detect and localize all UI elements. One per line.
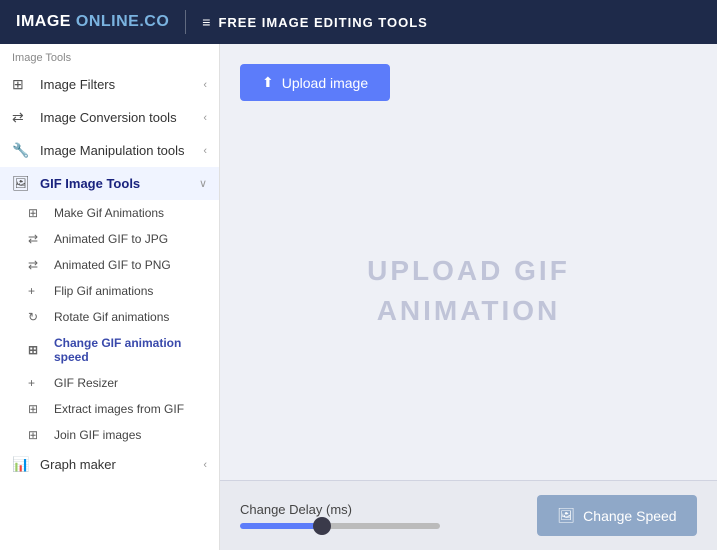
menu-icon[interactable]: ≡	[202, 14, 210, 30]
header-divider	[185, 10, 186, 34]
sidebar-item-label: Image Conversion tools	[40, 110, 203, 125]
sidebar-section-label: Image Tools	[0, 44, 219, 68]
change-speed-button[interactable]: 🖼 Change Speed	[537, 495, 697, 536]
sidebar-sub-flip-gif[interactable]: + Flip Gif animations	[0, 278, 219, 304]
change-speed-icon: ⊞	[28, 343, 46, 357]
sidebar: Image Tools ⊞ Image Filters ‹ ⇄ Image Co…	[0, 44, 220, 550]
sub-item-label: Join GIF images	[54, 428, 141, 442]
sidebar-item-image-conversion[interactable]: ⇄ Image Conversion tools ‹	[0, 101, 219, 134]
chevron-left-icon: ‹	[203, 79, 207, 91]
conversion-icon: ⇄	[12, 109, 32, 126]
delay-control: Change Delay (ms)	[240, 502, 440, 529]
gif-to-png-icon: ⇄	[28, 258, 46, 272]
gif-placeholder: UPLOAD GIF ANIMATION	[240, 121, 697, 460]
gif-placeholder-line1: UPLOAD GIF	[367, 251, 570, 290]
logo-image-text: IMAGE	[16, 13, 71, 30]
sub-item-label: Extract images from GIF	[54, 402, 184, 416]
upload-button-label: Upload image	[282, 75, 368, 91]
chevron-down-icon: ∨	[199, 177, 207, 190]
sidebar-sub-gif-to-png[interactable]: ⇄ Animated GIF to PNG	[0, 252, 219, 278]
manipulation-icon: 🔧	[12, 142, 32, 159]
sidebar-item-label: GIF Image Tools	[40, 176, 199, 191]
sub-item-label: Rotate Gif animations	[54, 310, 169, 324]
header: IMAGE ONLINE.CO ≡ FREE IMAGE EDITING TOO…	[0, 0, 717, 44]
sidebar-sub-extract-images[interactable]: ⊞ Extract images from GIF	[0, 396, 219, 422]
flip-gif-icon: +	[28, 284, 46, 298]
gif-placeholder-text: UPLOAD GIF ANIMATION	[367, 251, 570, 329]
logo-online-text: ONLINE.CO	[76, 13, 169, 30]
sub-item-label: Animated GIF to JPG	[54, 232, 168, 246]
chevron-left-icon: ‹	[203, 459, 207, 471]
main-layout: Image Tools ⊞ Image Filters ‹ ⇄ Image Co…	[0, 44, 717, 550]
sidebar-item-image-manipulation[interactable]: 🔧 Image Manipulation tools ‹	[0, 134, 219, 167]
gif-placeholder-line2: ANIMATION	[367, 291, 570, 330]
bottom-bar: Change Delay (ms) 🖼 Change Speed	[220, 480, 717, 550]
sidebar-sub-gif-to-jpg[interactable]: ⇄ Animated GIF to JPG	[0, 226, 219, 252]
make-gif-icon: ⊞	[28, 206, 46, 220]
sidebar-sub-rotate-gif[interactable]: ↻ Rotate Gif animations	[0, 304, 219, 330]
delay-slider[interactable]	[240, 523, 440, 529]
sub-item-label: Change GIF animation speed	[54, 336, 207, 364]
graph-maker-icon: 📊	[12, 456, 32, 473]
sidebar-item-label: Image Filters	[40, 77, 203, 92]
sub-item-label: GIF Resizer	[54, 376, 118, 390]
change-speed-btn-label: Change Speed	[583, 508, 676, 524]
delay-slider-wrap	[240, 523, 440, 529]
sub-item-label: Animated GIF to PNG	[54, 258, 171, 272]
change-speed-btn-icon: 🖼	[557, 507, 575, 524]
logo[interactable]: IMAGE ONLINE.CO	[16, 13, 169, 31]
sidebar-item-image-filters[interactable]: ⊞ Image Filters ‹	[0, 68, 219, 101]
gif-tools-icon: 🖼	[12, 175, 32, 192]
sidebar-item-label: Graph maker	[40, 457, 203, 472]
sidebar-item-graph-maker[interactable]: 📊 Graph maker ‹	[0, 448, 219, 481]
sidebar-sub-join-gif[interactable]: ⊞ Join GIF images	[0, 422, 219, 448]
chevron-left-icon: ‹	[203, 112, 207, 124]
join-gif-icon: ⊞	[28, 428, 46, 442]
sidebar-sub-make-gif[interactable]: ⊞ Make Gif Animations	[0, 200, 219, 226]
sub-item-label: Make Gif Animations	[54, 206, 164, 220]
content-area: ⬆ Upload image UPLOAD GIF ANIMATION Chan…	[220, 44, 717, 550]
upload-button[interactable]: ⬆ Upload image	[240, 64, 390, 101]
sub-item-label: Flip Gif animations	[54, 284, 153, 298]
extract-images-icon: ⊞	[28, 402, 46, 416]
upload-area: ⬆ Upload image UPLOAD GIF ANIMATION	[220, 44, 717, 480]
sidebar-sub-change-speed[interactable]: ⊞ Change GIF animation speed	[0, 330, 219, 370]
upload-icon: ⬆	[262, 74, 274, 91]
sidebar-item-label: Image Manipulation tools	[40, 143, 203, 158]
image-filters-icon: ⊞	[12, 76, 32, 93]
chevron-left-icon: ‹	[203, 145, 207, 157]
gif-to-jpg-icon: ⇄	[28, 232, 46, 246]
rotate-gif-icon: ↻	[28, 310, 46, 324]
sidebar-item-gif-tools[interactable]: 🖼 GIF Image Tools ∨	[0, 167, 219, 200]
delay-label: Change Delay (ms)	[240, 502, 440, 517]
sidebar-sub-gif-resizer[interactable]: + GIF Resizer	[0, 370, 219, 396]
gif-resizer-icon: +	[28, 376, 46, 390]
header-title: FREE IMAGE EDITING TOOLS	[218, 15, 427, 30]
